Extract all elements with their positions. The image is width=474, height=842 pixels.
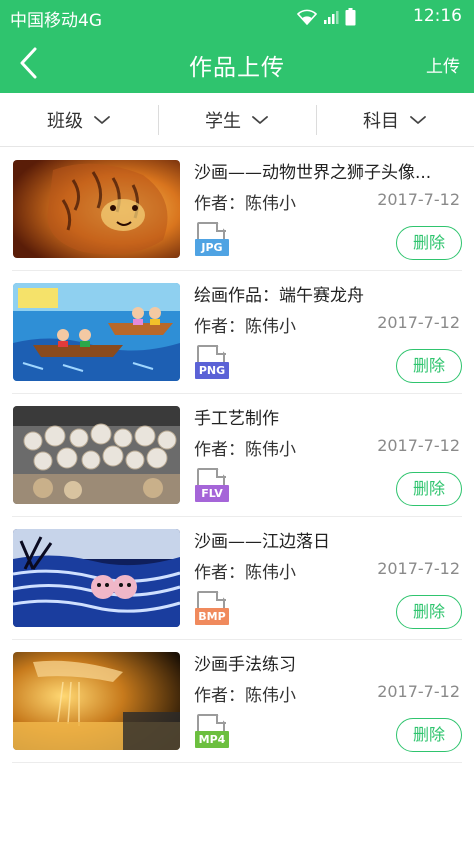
work-date: 2017-7-12 xyxy=(377,190,460,209)
file-type-icon: FLV xyxy=(195,468,229,504)
work-title: 沙画——江边落日 xyxy=(194,532,330,552)
filter-subject-label: 科目 xyxy=(363,110,399,132)
file-type-icon: PNG xyxy=(195,345,229,381)
work-date: 2017-7-12 xyxy=(377,313,460,332)
app-header: 中国移动4G 12:16 作品上传 上传 xyxy=(0,0,474,93)
work-title: 沙画——动物世界之狮子头像... xyxy=(194,163,432,183)
work-author: 作者：陈伟小 xyxy=(194,317,296,337)
chevron-down-icon xyxy=(251,115,269,125)
work-date: 2017-7-12 xyxy=(377,559,460,578)
upload-button[interactable]: 上传 xyxy=(426,52,460,77)
work-title: 沙画手法练习 xyxy=(194,655,296,675)
thumbnail-image[interactable] xyxy=(13,283,180,381)
work-title: 绘画作品：端午赛龙舟 xyxy=(194,286,364,306)
work-author: 作者：陈伟小 xyxy=(194,440,296,460)
work-title: 手工艺制作 xyxy=(194,409,279,429)
filter-class-dropdown[interactable]: 班级 xyxy=(0,93,158,146)
work-author: 作者：陈伟小 xyxy=(194,563,296,583)
delete-button[interactable]: 删除 xyxy=(396,718,462,752)
status-time: 12:16 xyxy=(413,6,462,26)
signal-icon xyxy=(324,11,339,24)
carrier-label: 中国移动4G xyxy=(10,11,102,31)
works-list: 沙画——动物世界之狮子头像... 作者：陈伟小 2017-7-12 JPG 删除 xyxy=(0,148,474,763)
chevron-down-icon xyxy=(409,115,427,125)
work-author: 作者：陈伟小 xyxy=(194,686,296,706)
chevron-down-icon xyxy=(93,115,111,125)
file-type-icon: MP4 xyxy=(195,714,229,750)
file-type-icon: JPG xyxy=(195,222,229,258)
file-type-icon: BMP xyxy=(195,591,229,627)
list-item[interactable]: 沙画——动物世界之狮子头像... 作者：陈伟小 2017-7-12 JPG 删除 xyxy=(12,148,462,271)
filter-student-label: 学生 xyxy=(205,110,241,132)
work-date: 2017-7-12 xyxy=(377,436,460,455)
file-type-label: PNG xyxy=(195,362,229,379)
filter-bar: 班级 学生 科目 xyxy=(0,93,474,147)
filter-class-label: 班级 xyxy=(47,110,83,132)
list-item[interactable]: 手工艺制作 作者：陈伟小 2017-7-12 FLV 删除 xyxy=(12,394,462,517)
delete-button[interactable]: 删除 xyxy=(396,349,462,383)
work-date: 2017-7-12 xyxy=(377,682,460,701)
file-type-label: BMP xyxy=(195,608,229,625)
thumbnail-image[interactable] xyxy=(13,160,180,258)
filter-subject-dropdown[interactable]: 科目 xyxy=(316,93,474,146)
delete-button[interactable]: 删除 xyxy=(396,472,462,506)
page-title: 作品上传 xyxy=(189,55,285,81)
work-author: 作者：陈伟小 xyxy=(194,194,296,214)
filter-student-dropdown[interactable]: 学生 xyxy=(158,93,316,146)
wifi-icon xyxy=(297,9,317,25)
list-item[interactable]: 沙画——江边落日 作者：陈伟小 2017-7-12 BMP 删除 xyxy=(12,517,462,640)
file-type-label: FLV xyxy=(195,485,229,502)
list-item[interactable]: 沙画手法练习 作者：陈伟小 2017-7-12 MP4 删除 xyxy=(12,640,462,763)
thumbnail-image[interactable] xyxy=(13,529,180,627)
delete-button[interactable]: 删除 xyxy=(396,595,462,629)
thumbnail-image[interactable] xyxy=(13,406,180,504)
status-icons xyxy=(297,8,356,26)
delete-button[interactable]: 删除 xyxy=(396,226,462,260)
status-bar: 中国移动4G 12:16 xyxy=(0,0,474,33)
battery-icon xyxy=(345,8,356,26)
file-type-label: MP4 xyxy=(195,731,229,748)
list-item[interactable]: 绘画作品：端午赛龙舟 作者：陈伟小 2017-7-12 PNG 删除 xyxy=(12,271,462,394)
nav-bar: 作品上传 上传 xyxy=(0,33,474,93)
thumbnail-image[interactable] xyxy=(13,652,180,750)
file-type-label: JPG xyxy=(195,239,229,256)
